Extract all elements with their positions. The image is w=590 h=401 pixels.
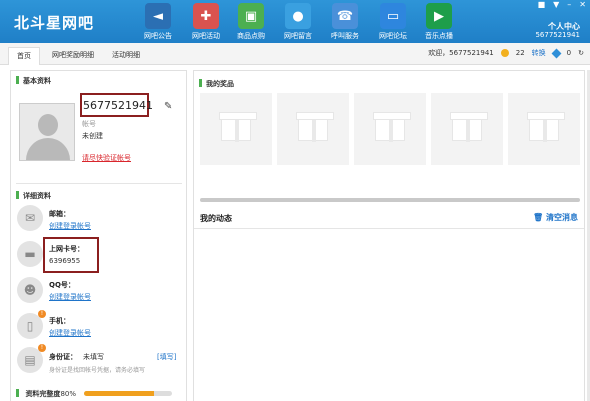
nav-forum[interactable]: ▭ 网吧论坛 [371,3,415,41]
speaker-icon: ◄ [145,3,171,29]
qq-create-link[interactable]: 创建登录帐号 [49,292,91,302]
shirt-icon[interactable]: ▼ [553,0,559,9]
dynamics-title: 我的动态 [200,214,232,223]
gift-icon [373,112,411,142]
email-label: 邮箱： [49,210,70,218]
service-icon: ☎ [332,3,358,29]
close-icon[interactable]: ✕ [579,0,586,9]
status-area: 欢迎，5677521941 22 转换 0 ↻ [428,48,584,58]
card-highlight-box [43,237,99,273]
tab-reward-details[interactable]: 网吧奖励明细 [44,47,102,65]
account-number: 5677521941 [83,99,153,112]
brand-title: 北斗星网吧 [14,14,95,32]
chat-bubble-icon: ● [285,3,311,29]
coin-count: 22 [515,49,525,57]
nav-announcements[interactable]: ◄ 网吧公告 [136,3,180,41]
badge-icon: ! [38,310,46,318]
refresh-icon[interactable]: ↻ [578,49,584,57]
card-label: 上网卡号： [49,245,84,253]
music-play-icon: ▶ [426,3,452,29]
prize-slot[interactable] [354,93,426,165]
tab-home[interactable]: 首页 [8,47,40,65]
nav-service[interactable]: ☎ 呼叫服务 [323,3,367,41]
prizes-scrollbar[interactable] [200,198,580,202]
avatar[interactable] [19,103,75,161]
transfer-link[interactable]: 转换 [532,48,546,58]
shop-icon: ▣ [238,3,264,29]
email-create-link[interactable]: 创建登录帐号 [49,221,91,231]
gift-icon [527,112,565,142]
tab-bar: 首页 网吧奖励明细 活动明细 欢迎，5677521941 22 转换 0 ↻ [0,43,590,65]
id-note: 身份证是找回帐号凭据，请务必填写 [49,367,146,374]
nav-messages[interactable]: ● 网吧留言 [276,3,320,41]
card-number: 6396955 [49,257,81,265]
completeness-label: 资料完整度80% [16,389,76,399]
prize-slot[interactable] [431,93,503,165]
tab-activity-details[interactable]: 活动明细 [104,47,148,65]
user-center[interactable]: 个人中心 5677521941 [535,22,580,40]
completeness-progress [84,391,172,396]
nav-activities[interactable]: ✚ 网吧活动 [184,3,228,41]
qq-label: QQ号： [49,281,75,289]
prize-slot[interactable] [508,93,580,165]
forum-monitor-icon: ▭ [380,3,406,29]
verify-account-link[interactable]: 请尽快验证帐号 [82,153,131,163]
diamond-icon [551,48,562,58]
phone-create-link[interactable]: 创建登录帐号 [49,328,91,338]
prizes-title: 我的奖品 [199,79,234,89]
nav-music[interactable]: ▶ 音乐点播 [417,3,461,41]
gift-icon [296,112,334,142]
profile-panel: 基本资料 5677521941 ✎ 帐号 未创建 请尽快验证帐号 详细资料 ✉ … [10,70,187,401]
edit-icon[interactable]: ✎ [164,101,172,112]
id-label: 身份证： [49,353,77,361]
card-icon: ▬ [17,241,43,267]
id-value: 未填写 [83,353,104,361]
qq-penguin-icon: ☻ [17,277,43,303]
created-status: 未创建 [82,132,103,140]
welcome-text: 欢迎，5677521941 [428,49,494,57]
gift-icon [450,112,488,142]
main-panel: 我的奖品 我的动态 🗑 清空消息 [193,70,585,401]
trash-icon: 🗑 [533,213,544,222]
divider [194,228,584,229]
basic-info-title: 基本资料 [16,76,51,86]
diamond-count: 0 [566,49,572,57]
window-controls: ■ ▼ – ✕ [538,0,586,9]
coin-icon [500,49,509,57]
nav-shop[interactable]: ▣ 商品点购 [229,3,273,41]
gift-icon [219,112,257,142]
detail-info-title: 详细资料 [16,191,51,201]
email-icon: ✉ [17,205,43,231]
completeness-value: 80% [60,390,76,398]
phone-label: 手机： [49,317,70,325]
account-label: 帐号 [82,120,96,128]
id-fill-link[interactable]: [填写] [157,352,176,362]
puzzle-icon: ✚ [193,3,219,29]
prize-slot[interactable] [200,93,272,165]
minimize-icon[interactable]: – [567,0,571,9]
divider [16,183,182,184]
clear-messages-button[interactable]: 🗑 清空消息 [533,212,578,223]
badge-icon: ! [38,344,46,352]
prize-slot[interactable] [277,93,349,165]
skin-icon[interactable]: ■ [538,0,546,9]
app-header: 北斗星网吧 ◄ 网吧公告 ✚ 网吧活动 ▣ 商品点购 ● 网吧留言 ☎ 呼叫服务… [0,0,590,43]
progress-fill [84,391,155,396]
